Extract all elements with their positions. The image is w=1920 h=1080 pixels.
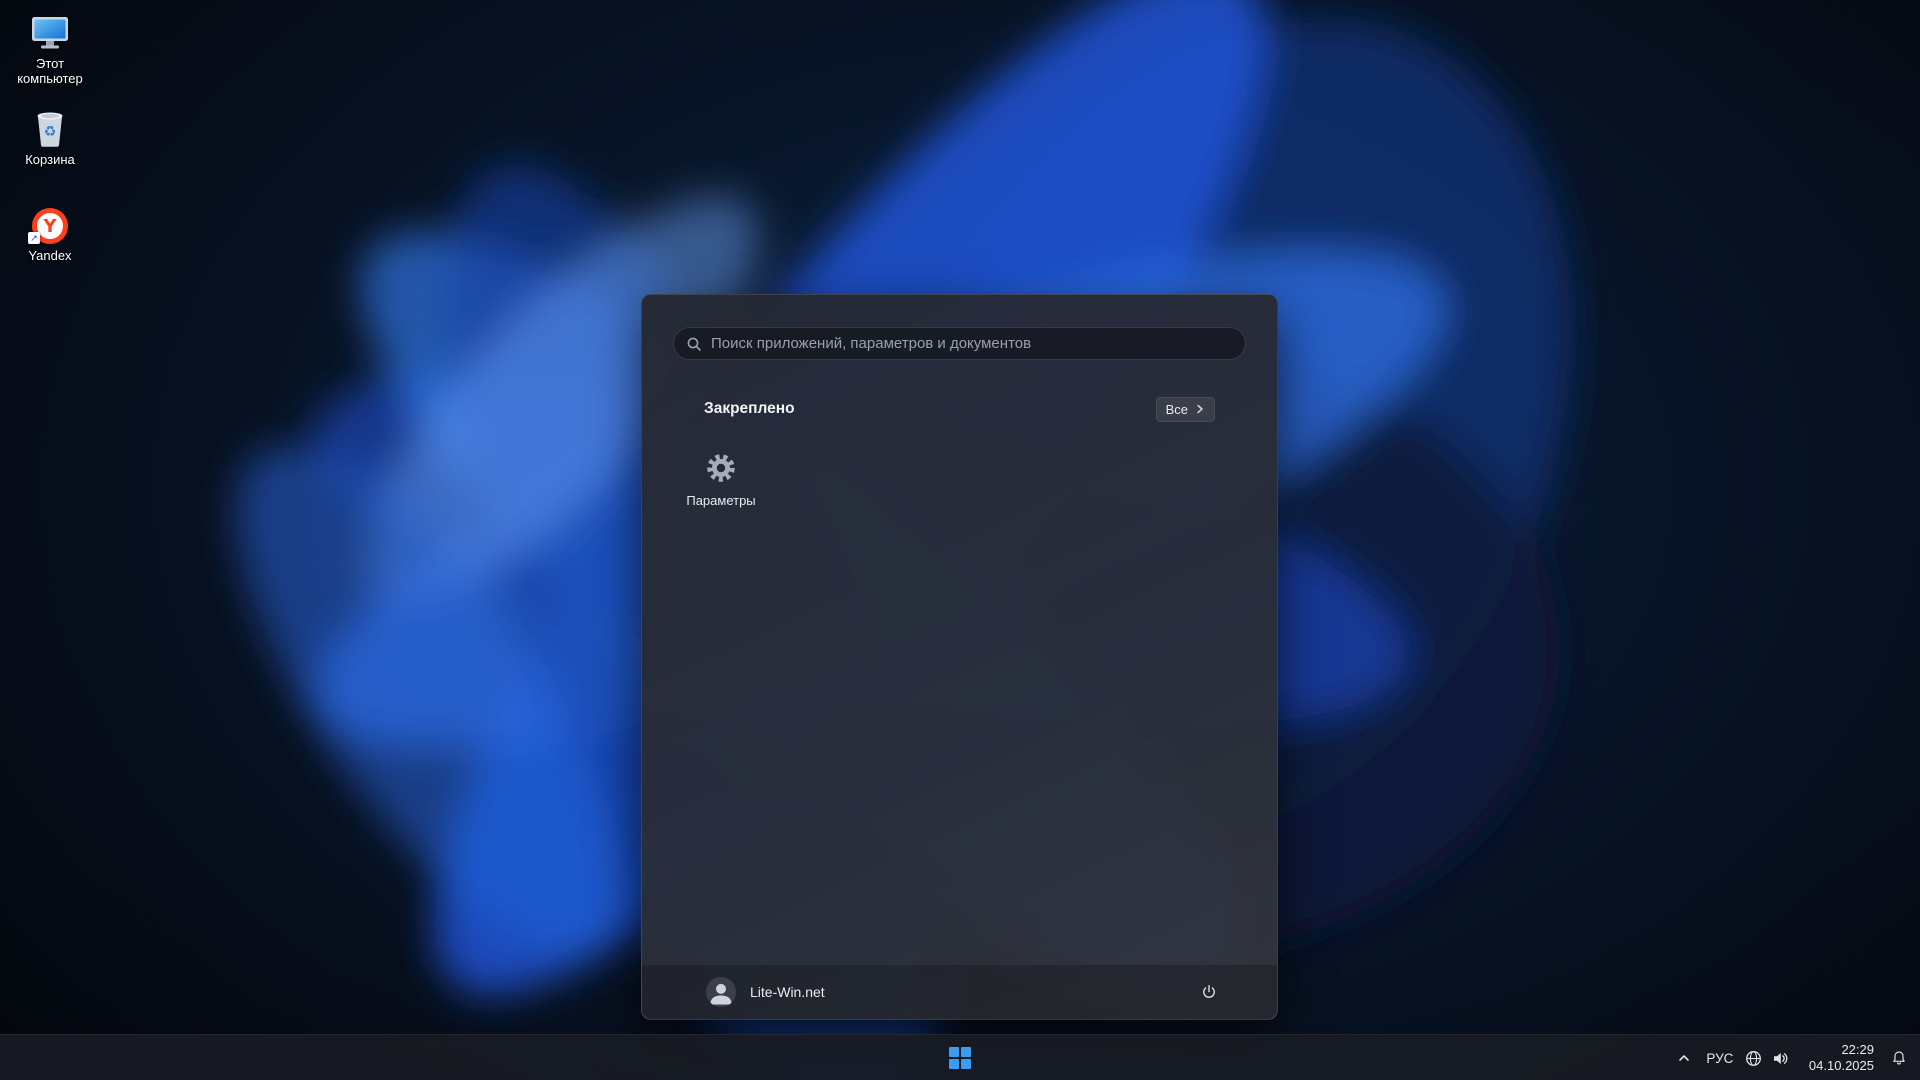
system-tray: РУС 22:29 04.10.2025 [1669, 1035, 1914, 1080]
language-label: РУС [1706, 1050, 1734, 1066]
start-menu-footer: Lite-Win.net [642, 964, 1277, 1019]
chevron-up-icon [1679, 1055, 1689, 1061]
pinned-section-header: Закреплено Все [704, 395, 1215, 423]
start-menu: Закреплено Все Параметры Lite-Win.ne [641, 294, 1278, 1020]
power-button[interactable] [1189, 972, 1229, 1012]
language-indicator[interactable]: РУС [1699, 1038, 1741, 1078]
start-button[interactable] [940, 1038, 980, 1078]
user-account-button[interactable]: Lite-Win.net [706, 972, 835, 1012]
chevron-right-icon [1197, 404, 1203, 414]
power-icon [1203, 985, 1215, 998]
svg-text:♻: ♻ [44, 124, 57, 140]
this-pc-icon [4, 10, 96, 52]
clock[interactable]: 22:29 04.10.2025 [1801, 1038, 1882, 1078]
pinned-title: Закреплено [704, 400, 795, 417]
taskbar: РУС 22:29 04.10.2025 [0, 1034, 1920, 1080]
desktop-icon-this-pc[interactable]: Этот компьютер [4, 10, 96, 87]
username-label: Lite-Win.net [750, 984, 825, 1000]
volume-button[interactable] [1767, 1038, 1795, 1078]
time-label: 22:29 [1841, 1041, 1874, 1057]
desktop-icon-label: Yandex [28, 248, 72, 263]
search-input[interactable] [711, 335, 1233, 352]
recycle-bin-icon: ♻ [4, 106, 96, 148]
windows-logo-icon [949, 1047, 971, 1069]
pinned-app-settings[interactable]: Параметры [671, 442, 771, 528]
network-button[interactable] [1741, 1038, 1767, 1078]
search-box [673, 327, 1246, 360]
date-label: 04.10.2025 [1808, 1058, 1874, 1073]
gear-icon [707, 454, 735, 482]
desktop-icon-yandex[interactable]: Y ↗ Yandex [4, 202, 96, 264]
all-apps-button[interactable]: Все [1155, 396, 1215, 422]
speaker-icon [1774, 1052, 1788, 1064]
desktop-icon-label: Этот компьютер [17, 56, 83, 86]
globe-network-icon [1746, 1050, 1762, 1066]
notification-button[interactable] [1884, 1038, 1914, 1078]
all-apps-label: Все [1165, 401, 1188, 417]
desktop-icon-label: Корзина [25, 152, 75, 167]
yandex-icon: Y ↗ [4, 202, 96, 244]
user-avatar-icon [706, 977, 736, 1007]
shortcut-arrow-icon: ↗ [28, 232, 40, 244]
pinned-app-label: Параметры [686, 493, 756, 508]
search-icon [687, 337, 701, 351]
desktop-icon-recycle-bin[interactable]: ♻ Корзина [4, 106, 96, 168]
notification-bell-icon [1893, 1051, 1905, 1065]
tray-overflow-button[interactable] [1669, 1038, 1699, 1078]
